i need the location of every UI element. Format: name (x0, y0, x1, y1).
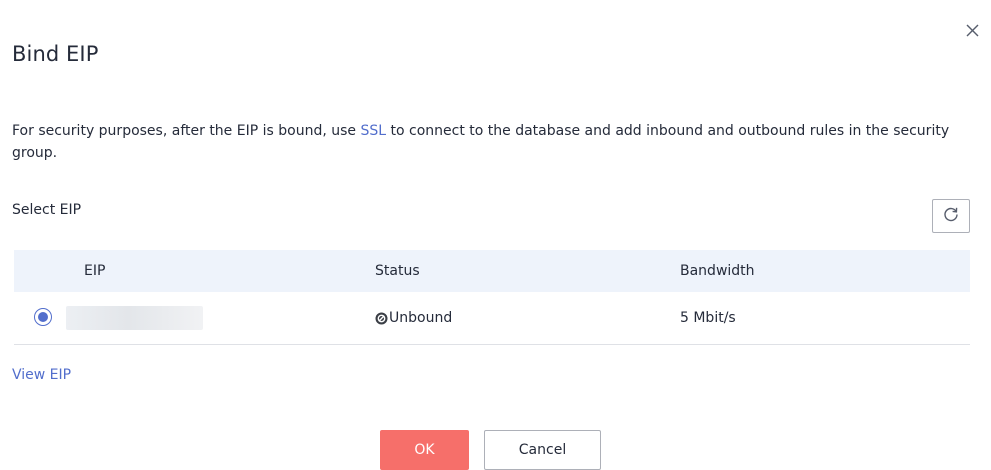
eip-address-masked (66, 306, 203, 330)
ok-button[interactable]: OK (380, 430, 469, 470)
bind-eip-dialog: Bind EIP For security purposes, after th… (0, 0, 991, 470)
cancel-button[interactable]: Cancel (484, 430, 601, 470)
column-header-eip: EIP (14, 250, 361, 292)
refresh-icon (943, 206, 959, 226)
bandwidth-value: 5 Mbit/s (680, 310, 736, 326)
column-header-bandwidth: Bandwidth (666, 250, 970, 292)
ssl-link[interactable]: SSL (360, 123, 386, 139)
notice-text-before: For security purposes, after the EIP is … (12, 123, 361, 139)
eip-radio[interactable] (34, 308, 52, 326)
unbound-icon (375, 312, 388, 325)
header-eip-label: EIP (84, 263, 106, 279)
table-row[interactable]: Unbound 5 Mbit/s (14, 292, 970, 345)
security-notice: For security purposes, after the EIP is … (12, 120, 972, 164)
eip-table: EIP Status Bandwidth Unbound 5 Mbit/s (14, 250, 970, 345)
dialog-title: Bind EIP (12, 42, 99, 66)
bandwidth-cell: 5 Mbit/s (666, 292, 970, 344)
table-header: EIP Status Bandwidth (14, 250, 970, 292)
view-eip-link[interactable]: View EIP (12, 367, 71, 383)
header-status-label: Status (375, 263, 420, 279)
radio-selected-dot (38, 312, 48, 322)
eip-cell (14, 292, 361, 344)
refresh-button[interactable] (932, 199, 970, 233)
header-bandwidth-label: Bandwidth (680, 263, 755, 279)
column-header-status: Status (361, 250, 666, 292)
close-icon[interactable] (962, 20, 984, 42)
status-text: Unbound (389, 310, 453, 326)
status-cell: Unbound (361, 292, 666, 344)
select-eip-label: Select EIP (12, 202, 82, 218)
